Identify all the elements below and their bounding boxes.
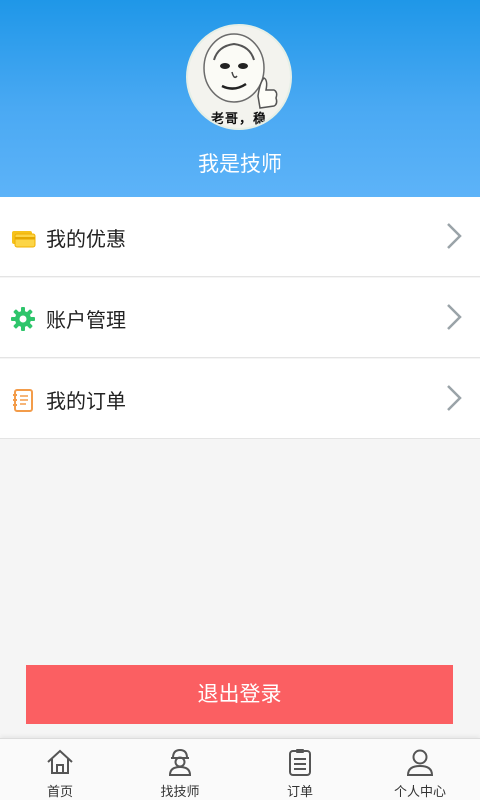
menu-item-orders[interactable]: 我的订单 bbox=[0, 359, 480, 439]
coupon-card-icon bbox=[12, 231, 36, 248]
tab-orders[interactable]: 订单 bbox=[240, 739, 360, 800]
tab-label: 订单 bbox=[286, 785, 313, 800]
username: 我是技师 bbox=[198, 152, 282, 176]
user-icon bbox=[406, 749, 434, 776]
order-notebook-icon bbox=[13, 389, 33, 412]
menu-item-label: 账户管理 bbox=[46, 308, 126, 332]
logout-button[interactable]: 退出登录 bbox=[26, 665, 453, 724]
chevron-right-icon bbox=[447, 304, 462, 330]
menu-item-coupons[interactable]: 我的优惠 bbox=[0, 197, 480, 277]
avatar-caption: 老哥，稳 bbox=[210, 112, 267, 127]
profile-header: 老哥，稳 我是技师 bbox=[0, 0, 480, 197]
bottom-tab-bar: 首页 找技师 订单 个人中心 bbox=[0, 738, 480, 800]
chevron-right-icon bbox=[447, 223, 462, 249]
tab-profile[interactable]: 个人中心 bbox=[360, 739, 480, 800]
clipboard-icon bbox=[289, 749, 311, 776]
menu-item-account[interactable]: 账户管理 bbox=[0, 278, 480, 358]
menu-item-label: 我的优惠 bbox=[46, 227, 126, 251]
avatar[interactable]: 老哥，稳 bbox=[186, 24, 292, 130]
profile-menu: 我的优惠 账户管理 我的订单 bbox=[0, 197, 480, 440]
tab-label: 找技师 bbox=[160, 785, 200, 800]
home-icon bbox=[47, 749, 73, 774]
technician-icon bbox=[168, 748, 192, 776]
gear-icon bbox=[11, 307, 35, 331]
menu-item-label: 我的订单 bbox=[46, 389, 126, 413]
tab-label: 个人中心 bbox=[393, 785, 446, 800]
tab-home[interactable]: 首页 bbox=[0, 739, 120, 800]
tab-find-technician[interactable]: 找技师 bbox=[120, 739, 240, 800]
chevron-right-icon bbox=[447, 385, 462, 411]
tab-label: 首页 bbox=[46, 785, 73, 800]
